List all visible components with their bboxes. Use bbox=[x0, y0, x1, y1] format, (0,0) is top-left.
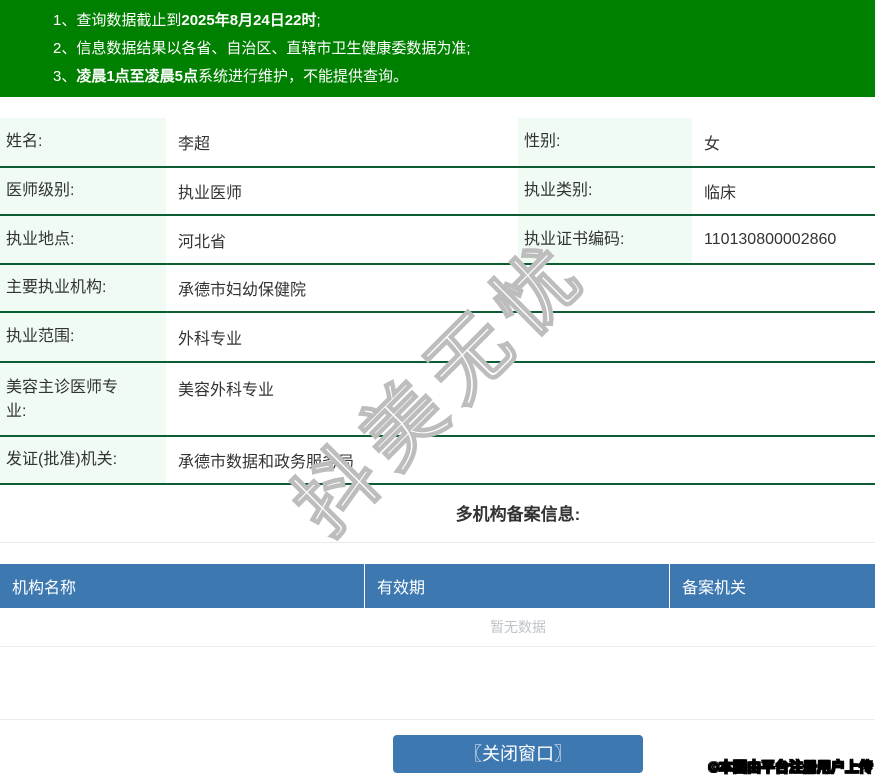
column-header-institution-name: 机构名称 bbox=[0, 564, 365, 608]
registration-table-header: 机构名称 有效期 备案机关 bbox=[0, 564, 875, 608]
notice-item: 2、信息数据结果以各省、自治区、直辖市卫生健康委数据为准; bbox=[53, 35, 875, 63]
notice-text: 查询数据截止到 bbox=[76, 12, 182, 29]
field-value-name: 李超 bbox=[178, 136, 211, 153]
field-label-cosmetic-specialty: 美容主诊医师专业: bbox=[0, 363, 166, 435]
field-label-gender: 性别: bbox=[518, 118, 692, 166]
practitioner-info-table: 姓名: 李超 性别: 女 医师级别: 执业医师 执业类别: 临床 执业地点: 河… bbox=[0, 118, 875, 485]
notice-number: 2、 bbox=[53, 40, 77, 57]
notice-text: 信息数据结果以各省、自治区、直辖市卫生健康委数据为准; bbox=[76, 40, 471, 57]
notice-text: ; bbox=[316, 12, 321, 29]
field-value-issuing-authority: 承德市数据和政务服务局 bbox=[178, 454, 355, 471]
notice-item: 1、查询数据截止到2025年8月24日22时; bbox=[53, 7, 875, 35]
field-value-gender: 女 bbox=[704, 136, 721, 153]
field-label-practice-category: 执业类别: bbox=[518, 168, 692, 214]
field-value-practice-location: 河北省 bbox=[178, 233, 227, 251]
notice-bold-text: 2025年8月24日22时 bbox=[181, 12, 317, 29]
field-label-certificate-code: 执业证书编码: bbox=[518, 216, 692, 263]
table-row: 美容主诊医师专业: 美容外科专业 bbox=[0, 363, 875, 437]
field-value-practice-scope: 外科专业 bbox=[178, 331, 243, 348]
table-row: 执业范围: 外科专业 bbox=[0, 313, 875, 363]
field-label-practice-scope: 执业范围: bbox=[0, 313, 166, 361]
field-value-practice-category: 临床 bbox=[704, 185, 737, 202]
column-header-validity-period: 有效期 bbox=[365, 564, 670, 608]
field-value-cosmetic-specialty: 美容外科专业 bbox=[178, 382, 275, 399]
table-row: 发证(批准)机关: 承德市数据和政务服务局 bbox=[0, 437, 875, 485]
field-value-main-institution: 承德市妇幼保健院 bbox=[178, 282, 307, 299]
field-value-doctor-level: 执业医师 bbox=[178, 185, 243, 202]
table-row: 医师级别: 执业医师 执业类别: 临床 bbox=[0, 168, 875, 216]
content-container: 姓名: 李超 性别: 女 医师级别: 执业医师 执业类别: 临床 执业地点: 河… bbox=[0, 118, 875, 773]
notice-banner: 1、查询数据截止到2025年8月24日22时; 2、信息数据结果以各省、自治区、… bbox=[0, 0, 875, 97]
notice-item: 3、凌晨1点至凌晨5点系统进行维护，不能提供查询。 bbox=[53, 63, 875, 91]
notice-number: 3、 bbox=[53, 68, 77, 85]
field-label-name: 姓名: bbox=[0, 118, 166, 166]
section-title-multi-institution: 多机构备案信息: bbox=[455, 505, 581, 524]
column-header-registration-authority: 备案机关 bbox=[682, 580, 747, 597]
table-row: 执业地点: 河北省 执业证书编码: 110130800002860 bbox=[0, 216, 875, 265]
field-label-main-institution: 主要执业机构: bbox=[0, 265, 166, 311]
divider-line bbox=[0, 542, 875, 543]
table-row: 姓名: 李超 性别: 女 bbox=[0, 118, 875, 168]
field-label-issuing-authority: 发证(批准)机关: bbox=[0, 437, 166, 483]
empty-data-text: 暂无数据 bbox=[0, 608, 875, 647]
page: 1、查询数据截止到2025年8月24日22时; 2、信息数据结果以各省、自治区、… bbox=[0, 0, 875, 780]
field-label-practice-location: 执业地点: bbox=[0, 216, 166, 263]
table-row: 主要执业机构: 承德市妇幼保健院 bbox=[0, 265, 875, 313]
notice-number: 1、 bbox=[53, 12, 77, 29]
notice-text: 系统进行维护，不能提供查询。 bbox=[198, 68, 409, 85]
close-window-button[interactable]: 〖关闭窗口〗 bbox=[393, 735, 643, 773]
field-value-certificate-code: 110130800002860 bbox=[704, 230, 837, 248]
divider-line bbox=[0, 719, 875, 720]
notice-bold-text: 凌晨1点至凌晨5点 bbox=[76, 68, 199, 85]
field-label-doctor-level: 医师级别: bbox=[0, 168, 166, 214]
